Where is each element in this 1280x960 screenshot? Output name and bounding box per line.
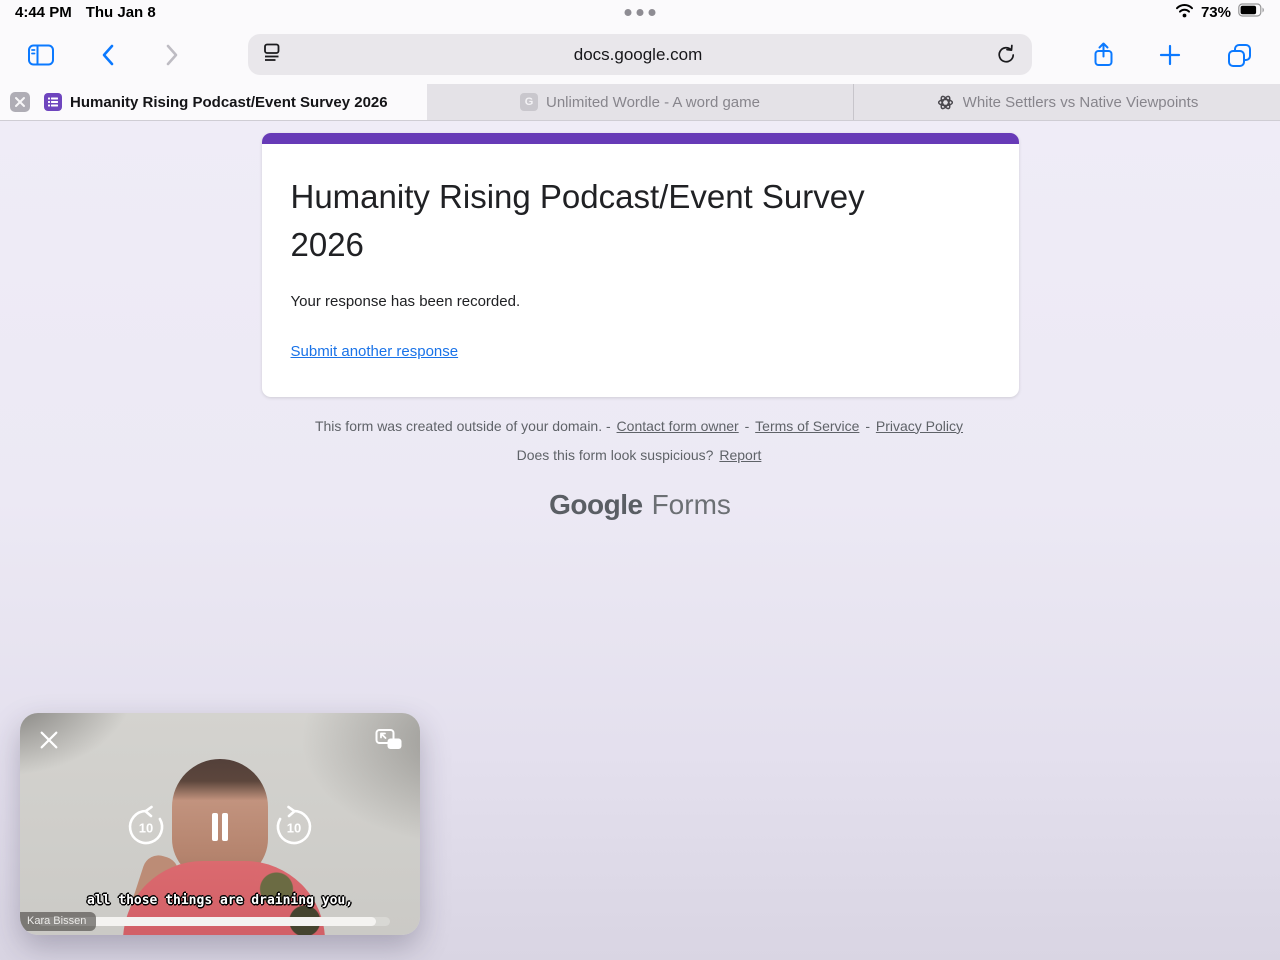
tab-wordle[interactable]: G Unlimited Wordle - A word game: [427, 84, 853, 120]
sidebar-button[interactable]: [26, 40, 56, 70]
google-forms-favicon: [44, 93, 62, 111]
skip-forward-10-button[interactable]: 10: [272, 805, 316, 849]
tabs-overview-icon[interactable]: [1224, 40, 1254, 70]
wifi-icon: [1175, 3, 1194, 22]
pip-return-icon[interactable]: [372, 725, 406, 753]
terms-of-service-link[interactable]: Terms of Service: [755, 418, 859, 434]
skip-forward-label: 10: [287, 821, 301, 836]
date: Thu Jan 8: [86, 4, 156, 21]
video-attribution: Kara Bissen: [20, 912, 96, 931]
privacy-policy-link[interactable]: Privacy Policy: [876, 418, 963, 434]
handle-dot: [649, 9, 656, 16]
report-link[interactable]: Report: [719, 447, 761, 463]
page-settings-icon[interactable]: [260, 40, 284, 69]
wordle-favicon: G: [520, 93, 538, 111]
form-accent-bar: [262, 133, 1019, 144]
handle-dot: [637, 9, 644, 16]
status-right: 73%: [1175, 3, 1265, 22]
logo-google-text: Google: [549, 489, 642, 520]
form-report-row: Does this form look suspicious? Report: [0, 447, 1280, 463]
contact-form-owner-link[interactable]: Contact form owner: [617, 418, 739, 434]
video-caption: all those things are draining you,: [20, 893, 420, 908]
address-bar[interactable]: docs.google.com: [248, 34, 1032, 75]
openai-icon: [936, 93, 955, 112]
close-tab-icon[interactable]: [10, 92, 30, 112]
tab-title: Unlimited Wordle - A word game: [546, 94, 760, 111]
confirmation-message: Your response has been recorded.: [291, 293, 990, 310]
suspicious-text: Does this form look suspicious?: [517, 447, 714, 463]
multitasking-handle[interactable]: [625, 9, 656, 16]
skip-back-10-button[interactable]: 10: [124, 805, 168, 849]
tab-bar: Humanity Rising Podcast/Event Survey 202…: [0, 84, 1280, 121]
tab-chatgpt[interactable]: White Settlers vs Native Viewpoints: [853, 84, 1280, 120]
google-forms-logo: Google Forms: [0, 489, 1280, 521]
share-icon[interactable]: [1088, 40, 1118, 70]
skip-back-label: 10: [139, 821, 153, 836]
separator: -: [745, 418, 750, 434]
pause-button[interactable]: [204, 810, 236, 844]
handle-dot: [625, 9, 632, 16]
forward-button[interactable]: [156, 40, 186, 70]
battery-percent: 73%: [1201, 4, 1231, 21]
new-tab-button[interactable]: [1155, 40, 1185, 70]
tab-title: White Settlers vs Native Viewpoints: [963, 94, 1199, 111]
pip-video-player[interactable]: 10 10 all those things are draining you,…: [20, 713, 420, 935]
back-button[interactable]: [94, 40, 124, 70]
status-left: 4:44 PM Thu Jan 8: [15, 4, 156, 21]
status-bar: 4:44 PM Thu Jan 8 73%: [0, 0, 1280, 24]
form-response-card: Humanity Rising Podcast/Event Survey 202…: [262, 133, 1019, 397]
reload-button[interactable]: [992, 41, 1020, 69]
battery-icon: [1238, 3, 1265, 21]
submit-another-response-link[interactable]: Submit another response: [291, 343, 459, 360]
close-icon[interactable]: [34, 725, 64, 755]
playback-controls: 10 10: [20, 805, 420, 849]
browser-toolbar: docs.google.com: [0, 24, 1280, 84]
clock: 4:44 PM: [15, 4, 72, 21]
tab-title: Humanity Rising Podcast/Event Survey 202…: [70, 94, 388, 111]
screen: 4:44 PM Thu Jan 8 73%: [0, 0, 1280, 960]
logo-forms-text: Forms: [652, 489, 731, 520]
separator: -: [865, 418, 870, 434]
tab-survey[interactable]: Humanity Rising Podcast/Event Survey 202…: [0, 84, 427, 120]
form-footer-notice: This form was created outside of your do…: [0, 418, 1280, 434]
url-text: docs.google.com: [284, 45, 992, 65]
domain-notice-text: This form was created outside of your do…: [315, 418, 611, 434]
form-title: Humanity Rising Podcast/Event Survey 202…: [291, 173, 916, 269]
